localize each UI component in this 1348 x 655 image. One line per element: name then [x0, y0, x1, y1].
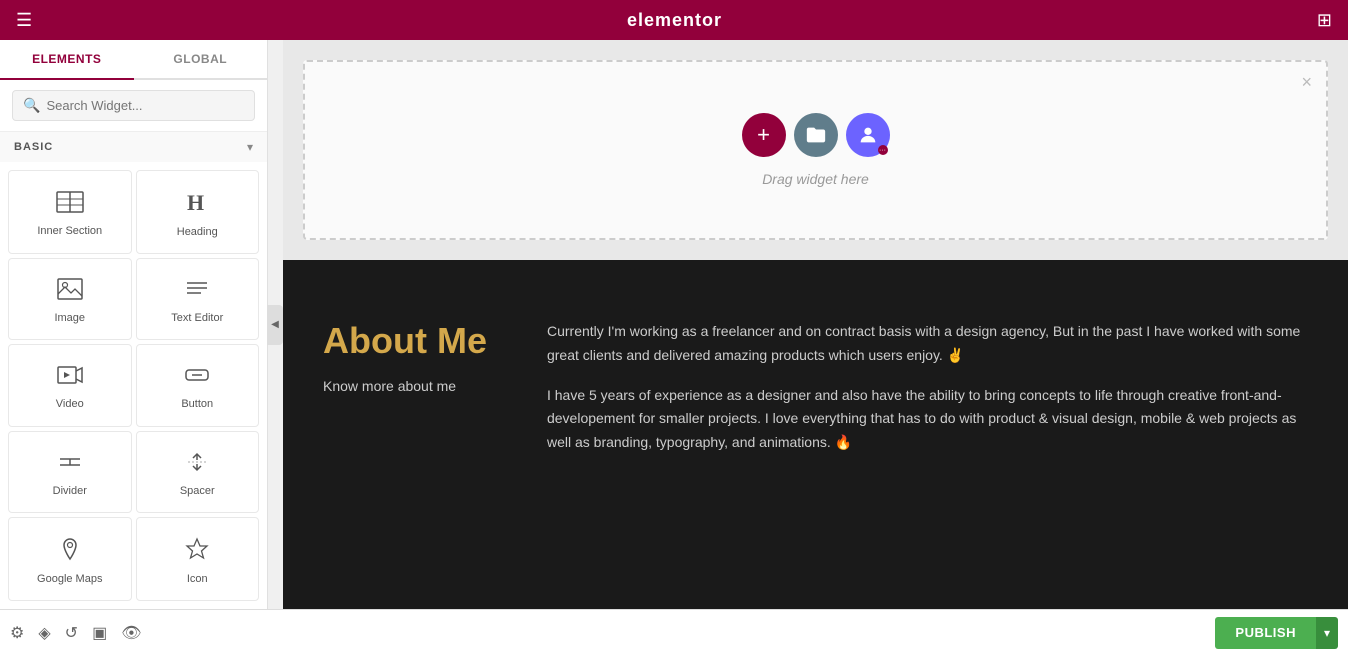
maps-icon: [58, 537, 82, 565]
preview-icon[interactable]: 👁: [121, 623, 141, 643]
video-icon: [57, 364, 83, 390]
widget-divider[interactable]: Divider: [8, 431, 132, 513]
about-section: About Me Know more about me Currently I'…: [283, 260, 1348, 609]
widget-spacer[interactable]: Spacer: [136, 431, 260, 513]
sidebar: ELEMENTS GLOBAL 🔍 BASIC ▾: [0, 40, 268, 609]
main-layout: ELEMENTS GLOBAL 🔍 BASIC ▾: [0, 40, 1348, 609]
drag-widget-text: Drag widget here: [762, 171, 869, 187]
tab-elements[interactable]: ELEMENTS: [0, 40, 134, 80]
sidebar-tabs: ELEMENTS GLOBAL: [0, 40, 267, 80]
widget-inner-section-label: Inner Section: [37, 225, 102, 237]
collapse-sidebar-handle[interactable]: ◀: [267, 305, 283, 345]
avatar-button[interactable]: ···: [846, 113, 890, 157]
section-label: BASIC: [14, 141, 53, 153]
widget-heading-label: Heading: [177, 226, 218, 238]
about-title: About Me: [323, 320, 487, 362]
bottom-left-icons: ⚙ ◈ ↺ ▣ 👁: [10, 623, 142, 643]
button-icon: [184, 364, 210, 390]
settings-icon[interactable]: ⚙: [10, 623, 24, 643]
widget-text-editor-label: Text Editor: [171, 312, 223, 324]
widgets-grid: Inner Section H Heading: [0, 162, 267, 609]
publish-arrow-button[interactable]: ▾: [1316, 617, 1338, 649]
history-icon[interactable]: ↺: [65, 623, 78, 643]
widget-spacer-label: Spacer: [180, 485, 215, 497]
canvas-area: × + ··· Drag widget here: [283, 40, 1348, 609]
bottom-bar: ⚙ ◈ ↺ ▣ 👁 PUBLISH ▾: [0, 609, 1348, 655]
about-paragraph-1: Currently I'm working as a freelancer an…: [547, 320, 1308, 368]
widget-inner-section[interactable]: Inner Section: [8, 170, 132, 254]
widget-button-label: Button: [181, 398, 213, 410]
search-icon: 🔍: [23, 97, 40, 114]
text-editor-icon: [184, 278, 210, 304]
add-element-button[interactable]: +: [742, 113, 786, 157]
about-paragraph-2: I have 5 years of experience as a design…: [547, 384, 1308, 455]
section-header: BASIC ▾: [0, 132, 267, 162]
widget-text-editor[interactable]: Text Editor: [136, 258, 260, 340]
tab-global[interactable]: GLOBAL: [134, 40, 268, 78]
search-input[interactable]: [46, 98, 244, 113]
widget-image[interactable]: Image: [8, 258, 132, 340]
search-box: 🔍: [12, 90, 255, 121]
widget-heading[interactable]: H Heading: [136, 170, 260, 254]
widget-google-maps-label: Google Maps: [37, 573, 102, 585]
drop-zone-buttons: + ···: [742, 113, 890, 157]
spacer-icon: [184, 451, 210, 477]
divider-icon: [57, 451, 83, 477]
svg-text:H: H: [187, 190, 204, 214]
widget-icon-label: Icon: [187, 573, 208, 585]
widget-divider-label: Divider: [53, 485, 87, 497]
about-link[interactable]: Know more about me: [323, 378, 456, 394]
search-container: 🔍: [0, 80, 267, 132]
app-title: elementor: [627, 10, 722, 31]
widget-video[interactable]: Video: [8, 344, 132, 426]
about-left: About Me Know more about me: [323, 320, 487, 396]
publish-button-group: PUBLISH ▾: [1215, 617, 1338, 649]
widget-video-label: Video: [56, 398, 84, 410]
widget-button[interactable]: Button: [136, 344, 260, 426]
drop-zone-close-button[interactable]: ×: [1301, 72, 1312, 93]
top-bar: ☰ elementor ⊞: [0, 0, 1348, 40]
about-right: Currently I'm working as a freelancer an…: [547, 320, 1308, 471]
image-icon: [57, 278, 83, 304]
drop-zone: × + ··· Drag widget here: [303, 60, 1328, 240]
layers-icon[interactable]: ◈: [38, 623, 50, 643]
widget-image-label: Image: [54, 312, 85, 324]
inner-section-icon: [56, 191, 84, 217]
widget-icon[interactable]: Icon: [136, 517, 260, 601]
grid-icon[interactable]: ⊞: [1317, 10, 1332, 30]
chevron-down-icon[interactable]: ▾: [247, 140, 253, 154]
heading-icon: H: [185, 190, 209, 218]
hamburger-icon[interactable]: ☰: [16, 10, 32, 31]
widget-google-maps[interactable]: Google Maps: [8, 517, 132, 601]
icon-icon: [185, 537, 209, 565]
folder-button[interactable]: [794, 113, 838, 157]
responsive-icon[interactable]: ▣: [92, 623, 107, 643]
publish-button[interactable]: PUBLISH: [1215, 617, 1316, 649]
